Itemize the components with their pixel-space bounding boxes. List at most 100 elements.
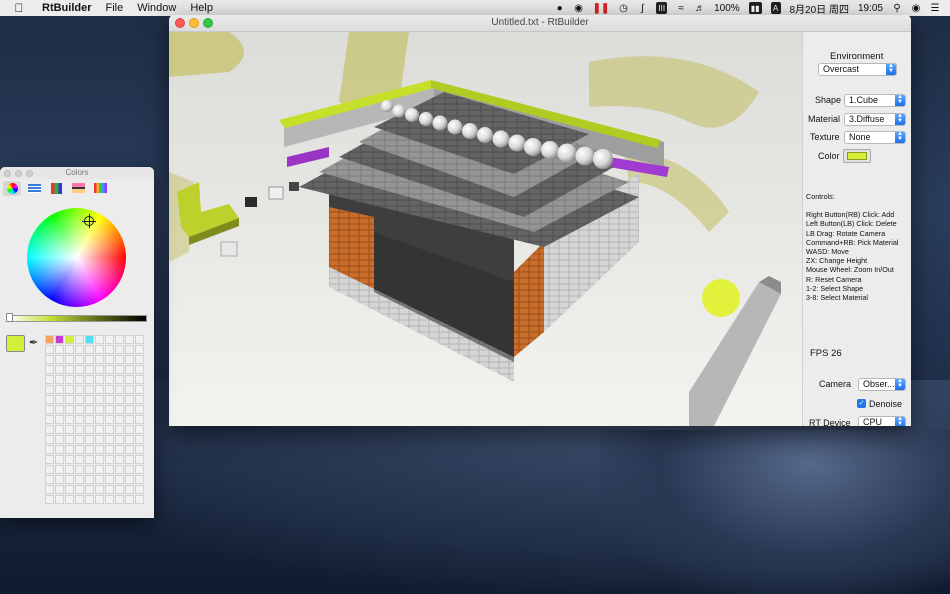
- color-swatch-cell[interactable]: [95, 455, 104, 464]
- color-swatch-cell[interactable]: [95, 375, 104, 384]
- close-button[interactable]: [4, 170, 11, 177]
- pencils-tab[interactable]: [91, 181, 109, 196]
- color-swatch-cell[interactable]: [55, 435, 64, 444]
- color-swatch-cell[interactable]: [45, 495, 54, 504]
- bluetooth-icon[interactable]: ∫: [637, 2, 647, 14]
- color-swatch-cell[interactable]: [135, 425, 144, 434]
- color-swatch-cell[interactable]: [95, 485, 104, 494]
- notification-center-icon[interactable]: ☰: [930, 2, 940, 14]
- color-swatch-cell[interactable]: [135, 415, 144, 424]
- color-swatch-cell[interactable]: [125, 455, 134, 464]
- color-swatch-cell[interactable]: [55, 495, 64, 504]
- camera-select[interactable]: Obser... ▲ ▼: [858, 378, 906, 391]
- color-swatch-cell[interactable]: [125, 445, 134, 454]
- color-swatch-cell[interactable]: [115, 335, 124, 344]
- color-swatch-cell[interactable]: [65, 405, 74, 414]
- color-swatch-cell[interactable]: [65, 375, 74, 384]
- color-swatch-cell[interactable]: [115, 475, 124, 484]
- color-swatch-cell[interactable]: [45, 355, 54, 364]
- color-swatch-cell[interactable]: [55, 465, 64, 474]
- color-swatch-cell[interactable]: [135, 435, 144, 444]
- siri-icon[interactable]: ◉: [911, 2, 921, 14]
- color-swatch-cell[interactable]: [75, 335, 84, 344]
- color-swatch-cell[interactable]: [125, 365, 134, 374]
- color-swatch-cell[interactable]: [135, 355, 144, 364]
- color-swatch-cell[interactable]: [125, 335, 134, 344]
- color-swatch-cell[interactable]: [55, 365, 64, 374]
- color-swatch-cell[interactable]: [125, 475, 134, 484]
- color-swatch-cell[interactable]: [45, 335, 54, 344]
- color-swatch-cell[interactable]: [75, 495, 84, 504]
- environment-select[interactable]: Overcast ▲ ▼: [818, 63, 897, 76]
- color-swatch-cell[interactable]: [95, 425, 104, 434]
- color-swatch-cell[interactable]: [135, 475, 144, 484]
- color-swatch-cell[interactable]: [135, 445, 144, 454]
- color-swatch-cell[interactable]: [125, 425, 134, 434]
- color-swatch-cell[interactable]: [125, 415, 134, 424]
- color-swatch-cell[interactable]: [55, 345, 64, 354]
- color-swatch-cell[interactable]: [115, 395, 124, 404]
- color-swatch-cell[interactable]: [75, 485, 84, 494]
- color-swatch-cell[interactable]: [135, 405, 144, 414]
- color-swatch-cell[interactable]: [85, 395, 94, 404]
- color-swatch-cell[interactable]: [105, 425, 114, 434]
- color-swatch-cell[interactable]: [75, 415, 84, 424]
- input-method-indicator[interactable]: A: [770, 2, 781, 14]
- color-swatch-cell[interactable]: [65, 445, 74, 454]
- color-swatch-cell[interactable]: [55, 485, 64, 494]
- brightness-slider[interactable]: [7, 315, 147, 322]
- color-swatch-cell[interactable]: [85, 355, 94, 364]
- apple-menu-icon[interactable]: : [12, 1, 26, 15]
- color-swatch-cell[interactable]: [115, 365, 124, 374]
- color-swatch-cell[interactable]: [115, 405, 124, 414]
- color-swatch-cell[interactable]: [135, 385, 144, 394]
- color-swatch-cell[interactable]: [115, 375, 124, 384]
- color-swatch-cell[interactable]: [45, 385, 54, 394]
- color-swatch-cell[interactable]: [45, 475, 54, 484]
- color-swatch-cell[interactable]: [75, 375, 84, 384]
- color-swatch-cell[interactable]: [115, 435, 124, 444]
- color-swatch-cell[interactable]: [85, 385, 94, 394]
- menubar-date[interactable]: 8月20日 周四: [790, 2, 849, 16]
- color-swatch-cell[interactable]: [65, 395, 74, 404]
- color-swatch-cell[interactable]: [105, 485, 114, 494]
- color-swatch-cell[interactable]: [55, 445, 64, 454]
- shape-select[interactable]: 1.Cube ▲ ▼: [844, 94, 906, 107]
- color-swatch-cell[interactable]: [55, 455, 64, 464]
- color-swatch-cell[interactable]: [75, 475, 84, 484]
- color-swatch-cell[interactable]: [135, 495, 144, 504]
- color-swatch-cell[interactable]: [85, 485, 94, 494]
- color-swatch-cell[interactable]: [135, 335, 144, 344]
- color-swatch-cell[interactable]: [95, 415, 104, 424]
- color-swatch-cell[interactable]: [95, 365, 104, 374]
- color-swatch-cell[interactable]: [95, 475, 104, 484]
- color-swatch-cell[interactable]: [85, 425, 94, 434]
- color-swatch-cell[interactable]: [85, 465, 94, 474]
- color-swatch-cell[interactable]: [115, 425, 124, 434]
- color-swatch-cell[interactable]: [65, 345, 74, 354]
- rt-device-select[interactable]: CPU ▲ ▼: [858, 416, 906, 426]
- color-swatch-cell[interactable]: [45, 455, 54, 464]
- color-swatch-cell[interactable]: [115, 455, 124, 464]
- color-swatch-cell[interactable]: [95, 335, 104, 344]
- color-swatch-cell[interactable]: [105, 405, 114, 414]
- color-picker-crosshair-icon[interactable]: [82, 214, 96, 228]
- color-swatch-cell[interactable]: [65, 365, 74, 374]
- color-swatch-cell[interactable]: [115, 465, 124, 474]
- color-swatch-cell[interactable]: [65, 475, 74, 484]
- color-swatch-cell[interactable]: [105, 415, 114, 424]
- color-swatch-cell[interactable]: [65, 435, 74, 444]
- colors-panel-title[interactable]: Colors: [0, 167, 154, 179]
- color-swatch-cell[interactable]: [45, 445, 54, 454]
- color-swatch-cell[interactable]: [125, 495, 134, 504]
- color-swatch-cell[interactable]: [75, 455, 84, 464]
- color-swatch-cell[interactable]: [55, 385, 64, 394]
- color-swatch-cell[interactable]: [75, 445, 84, 454]
- color-swatch-cell[interactable]: [95, 465, 104, 474]
- color-swatch-cell[interactable]: [135, 345, 144, 354]
- keyboard-status-icon[interactable]: III: [656, 2, 668, 14]
- color-swatch-cell[interactable]: [45, 395, 54, 404]
- color-swatch-cell[interactable]: [55, 425, 64, 434]
- qq-status-icon[interactable]: ●: [555, 2, 565, 14]
- color-swatch-cell[interactable]: [75, 405, 84, 414]
